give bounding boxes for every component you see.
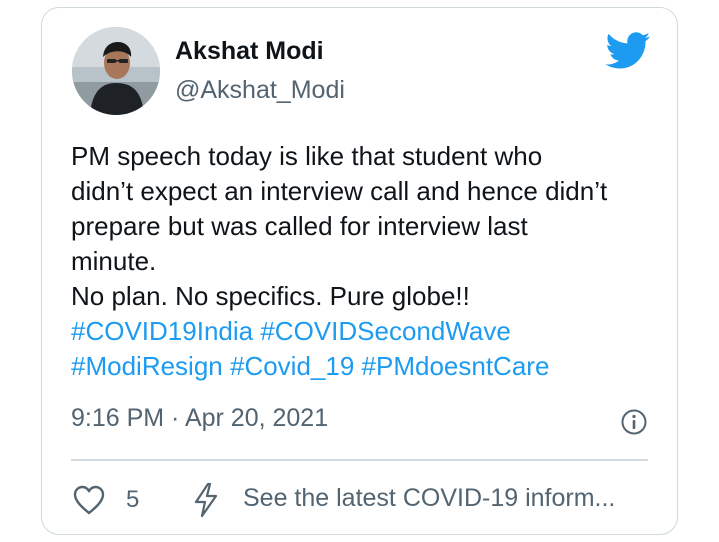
hashtag-link[interactable]: #Covid_19 [230, 351, 354, 381]
author-display-name[interactable]: Akshat Modi [175, 37, 324, 66]
tweet-timestamp[interactable]: 9:16 PM · Apr 20, 2021 [71, 404, 328, 433]
info-icon[interactable] [621, 409, 647, 435]
tweet-text-line: minute. [71, 246, 157, 276]
tweet-card[interactable]: Akshat Modi @Akshat_Modi PM speech today… [41, 7, 678, 535]
hashtag-line: #COVID19India #COVIDSecondWave [71, 314, 661, 349]
twitter-bird-icon[interactable] [605, 32, 651, 70]
hashtag-line: #ModiResign #Covid_19 #PMdoesntCare [71, 349, 661, 384]
tweet-text: PM speech today is like that student who… [71, 139, 661, 384]
author-handle[interactable]: @Akshat_Modi [175, 76, 345, 105]
author-avatar[interactable] [72, 27, 160, 115]
heart-icon[interactable] [72, 484, 106, 516]
lightning-bolt-icon[interactable] [192, 482, 220, 518]
tweet-text-line: didn’t expect an interview call and henc… [71, 176, 608, 206]
tweet-text-line: PM speech today is like that student who [71, 141, 543, 171]
hashtag-link[interactable]: #ModiResign [71, 351, 223, 381]
like-count[interactable]: 5 [126, 486, 139, 514]
hashtag-link[interactable]: #COVID19India [71, 316, 253, 346]
tweet-text-line: prepare but was called for interview las… [71, 211, 528, 241]
covid-info-link[interactable]: See the latest COVID-19 inform... [243, 484, 615, 513]
avatar-photo-icon [72, 27, 160, 115]
action-divider [71, 459, 648, 461]
hashtag-link[interactable]: #COVIDSecondWave [260, 316, 510, 346]
hashtag-link[interactable]: #PMdoesntCare [362, 351, 550, 381]
tweet-text-line: No plan. No specifics. Pure globe!! [71, 281, 470, 311]
